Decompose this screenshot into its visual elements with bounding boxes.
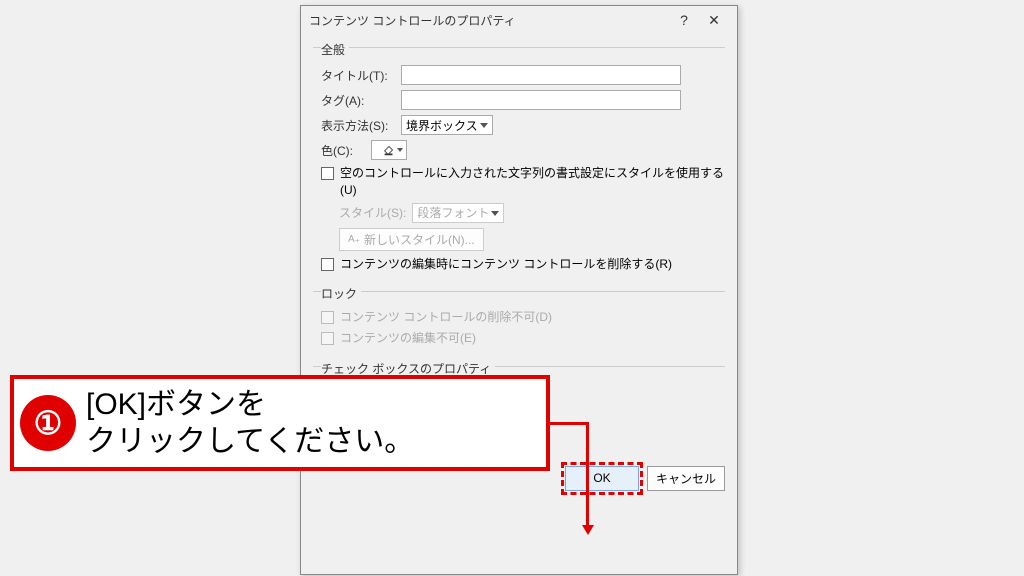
callout-arrow-v [586,422,589,532]
group-general: 全般 タイトル(T): タグ(A): 表示方法(S): 境界ボックス 色(C): [313,40,725,280]
style-label: スタイル(S): [339,204,406,221]
display-label: 表示方法(S): [321,117,395,134]
callout-arrow-head-icon [582,525,594,535]
title-input[interactable] [401,65,681,85]
callout-line2: クリックしてください。 [86,425,414,458]
callout-number-badge: ① [20,395,76,451]
color-label: 色(C): [321,142,365,159]
tag-label: タグ(A): [321,92,395,109]
ok-button[interactable]: OK [565,466,639,491]
group-lock-label: ロック [321,285,361,302]
no-edit-label: コンテンツの編集不可(E) [340,330,476,347]
new-style-button-label: 新しいスタイル(N)... [364,231,475,248]
use-style-label: 空のコントロールに入力された文字列の書式設定にスタイルを使用する(U) [340,165,725,199]
new-style-icon: A₊ [348,234,360,245]
cancel-button[interactable]: キャンセル [647,466,725,491]
no-delete-checkbox [321,311,334,324]
tag-input[interactable] [401,90,681,110]
instruction-callout: ① [OK]ボタンを クリックしてください。 [10,375,550,471]
dialog-title: コンテンツ コントロールのプロパティ [309,12,669,29]
paint-bucket-icon [382,143,396,157]
title-label: タイトル(T): [321,67,395,84]
display-select[interactable]: 境界ボックス [401,115,493,135]
group-lock: ロック コンテンツ コントロールの削除不可(D) コンテンツの編集不可(E) [313,284,725,355]
new-style-button: A₊ 新しいスタイル(N)... [339,228,484,251]
ok-button-label: OK [593,471,610,485]
style-select: 段落フォント [412,203,504,223]
callout-line1: [OK]ボタンを [86,388,266,421]
remove-on-edit-checkbox[interactable] [321,258,334,271]
remove-on-edit-label: コンテンツの編集時にコンテンツ コントロールを削除する(R) [340,256,672,273]
color-picker[interactable] [371,140,407,160]
group-general-label: 全般 [321,41,349,58]
callout-arrow-h [549,422,589,425]
no-delete-label: コンテンツ コントロールの削除不可(D) [340,309,552,326]
no-edit-checkbox [321,332,334,345]
titlebar: コンテンツ コントロールのプロパティ ? ✕ [301,6,737,34]
content-control-properties-dialog: コンテンツ コントロールのプロパティ ? ✕ 全般 タイトル(T): タグ(A)… [300,5,738,575]
help-button[interactable]: ? [669,12,699,28]
close-button[interactable]: ✕ [699,12,729,29]
use-style-checkbox[interactable] [321,167,334,180]
callout-text: [OK]ボタンを クリックしてください。 [86,386,414,461]
